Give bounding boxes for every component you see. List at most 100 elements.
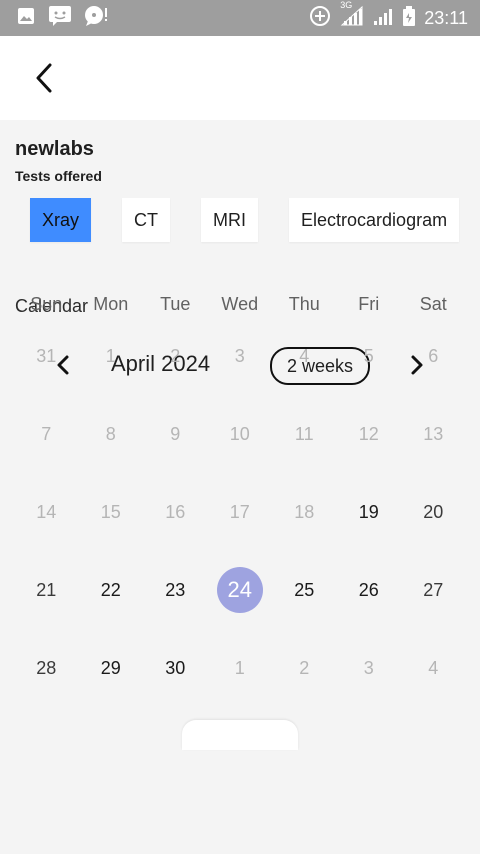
- calendar-day[interactable]: 5: [337, 333, 402, 379]
- calendar-day[interactable]: 1: [79, 333, 144, 379]
- calendar-day-selected[interactable]: 24: [208, 567, 273, 613]
- day-number: 3: [363, 657, 374, 678]
- day-number: 16: [165, 501, 186, 522]
- calendar-day[interactable]: 29: [79, 645, 144, 691]
- day-number: 8: [105, 423, 116, 444]
- day-number: 3: [234, 345, 245, 366]
- calendar-day[interactable]: 28: [14, 645, 79, 691]
- calendar-day[interactable]: 11: [272, 411, 337, 457]
- calendar-day[interactable]: 18: [272, 489, 337, 535]
- calendar-day[interactable]: 2: [143, 333, 208, 379]
- day-number: 9: [170, 423, 181, 444]
- calendar-day[interactable]: 9: [143, 411, 208, 457]
- day-number: 13: [423, 423, 444, 444]
- day-number: 4: [428, 657, 439, 678]
- day-number: 22: [100, 579, 121, 600]
- signal-icon: 3G: [340, 0, 364, 32]
- calendar-day[interactable]: 10: [208, 411, 273, 457]
- day-number: 11: [294, 423, 314, 444]
- day-number: 31: [36, 345, 57, 366]
- calendar-day[interactable]: 20: [401, 489, 466, 535]
- day-number: 10: [229, 423, 250, 444]
- day-number: 12: [358, 423, 379, 444]
- day-number: 7: [41, 423, 52, 444]
- calendar-day[interactable]: 8: [79, 411, 144, 457]
- calendar-day[interactable]: 7: [14, 411, 79, 457]
- calendar-day[interactable]: 21: [14, 567, 79, 613]
- weekday-tue: Tue: [160, 294, 191, 314]
- weekday-header: Sun Mon Tue Wed Thu Fri Sat: [14, 294, 466, 316]
- calendar-day[interactable]: 22: [79, 567, 144, 613]
- calendar-day[interactable]: 4: [272, 333, 337, 379]
- test-chip-ct[interactable]: CT: [122, 198, 171, 242]
- calendar-day[interactable]: 19: [337, 489, 402, 535]
- day-number: 17: [229, 501, 250, 522]
- status-time: 23:11: [424, 7, 468, 28]
- calendar-day[interactable]: 23: [143, 567, 208, 613]
- message-icon: [48, 5, 72, 32]
- calendar-day[interactable]: 13: [401, 411, 466, 457]
- calendar-day[interactable]: 12: [337, 411, 402, 457]
- calendar-week: 28 29 30 1 2 3 4: [14, 638, 466, 716]
- chat-alert-icon: [84, 5, 110, 32]
- day-number: 28: [36, 657, 57, 678]
- day-number: 30: [165, 657, 186, 678]
- day-number: 4: [299, 345, 310, 366]
- data-saver-icon: [308, 4, 332, 33]
- test-chip-xray[interactable]: Xray: [30, 198, 92, 242]
- calendar-day[interactable]: 27: [401, 567, 466, 613]
- calendar-day[interactable]: 15: [79, 489, 144, 535]
- calendar-day[interactable]: 31: [14, 333, 79, 379]
- day-number: 5: [363, 345, 374, 366]
- day-number: 1: [105, 345, 116, 366]
- image-icon: [16, 6, 36, 31]
- calendar-day[interactable]: 4: [401, 645, 466, 691]
- status-bar: 3G 23:11: [0, 0, 480, 36]
- calendar-day[interactable]: 16: [143, 489, 208, 535]
- status-bar-left: [16, 5, 110, 31]
- weekday-thu: Thu: [288, 294, 320, 314]
- calendar-day[interactable]: 3: [337, 645, 402, 691]
- day-number: 29: [100, 657, 121, 678]
- day-number: 6: [428, 345, 439, 366]
- calendar-week: 7 8 9 10 11 12 13: [14, 404, 466, 482]
- calendar-week: 14 15 16 17 18 19 20: [14, 482, 466, 560]
- chevron-left-icon: [36, 63, 52, 93]
- day-number: 25: [294, 579, 315, 600]
- calendar-day[interactable]: 6: [401, 333, 466, 379]
- calendar-week: 21 22 23 24 25 26 27: [14, 560, 466, 638]
- calendar-week: 31 1 2 3 4 5 6: [14, 326, 466, 404]
- tests-offered-title: Tests offered: [15, 168, 102, 184]
- test-chip-electrocardiogram[interactable]: Electrocardiogram: [289, 198, 460, 242]
- calendar-day[interactable]: 17: [208, 489, 273, 535]
- day-number: 21: [36, 579, 57, 600]
- weekday-wed: Wed: [221, 294, 259, 314]
- calendar-day[interactable]: 26: [337, 567, 402, 613]
- network-type: 3G: [340, 0, 353, 10]
- back-button[interactable]: [24, 58, 64, 98]
- weekday-fri: Fri: [358, 294, 380, 314]
- day-number: 1: [234, 657, 245, 678]
- calendar-day[interactable]: 2: [272, 645, 337, 691]
- test-chip-mri[interactable]: MRI: [201, 198, 259, 242]
- day-number: 18: [294, 501, 315, 522]
- day-number: 2: [299, 657, 310, 678]
- signal-icon-2: [372, 5, 394, 32]
- day-number: 15: [100, 501, 121, 522]
- calendar-day[interactable]: 14: [14, 489, 79, 535]
- tests-chip-list: Xray CT MRI Electrocardiogram: [30, 198, 460, 242]
- calendar-day[interactable]: 30: [143, 645, 208, 691]
- day-number: 14: [36, 501, 57, 522]
- bottom-sheet-handle[interactable]: [182, 720, 298, 750]
- weekday-mon: Mon: [93, 294, 129, 314]
- calendar-day[interactable]: 3: [208, 333, 273, 379]
- calendar-day[interactable]: 25: [272, 567, 337, 613]
- day-number: 20: [423, 501, 444, 522]
- day-number: 24: [227, 577, 252, 602]
- day-number: 23: [165, 579, 186, 600]
- day-number: 27: [423, 579, 444, 600]
- status-bar-right: 3G 23:11: [308, 0, 468, 33]
- calendar-grid: 31 1 2 3 4 5 6 7 8 9 10 11 12 13 14 15 1…: [14, 326, 466, 716]
- calendar-day[interactable]: 1: [208, 645, 273, 691]
- lab-name: newlabs: [15, 138, 94, 160]
